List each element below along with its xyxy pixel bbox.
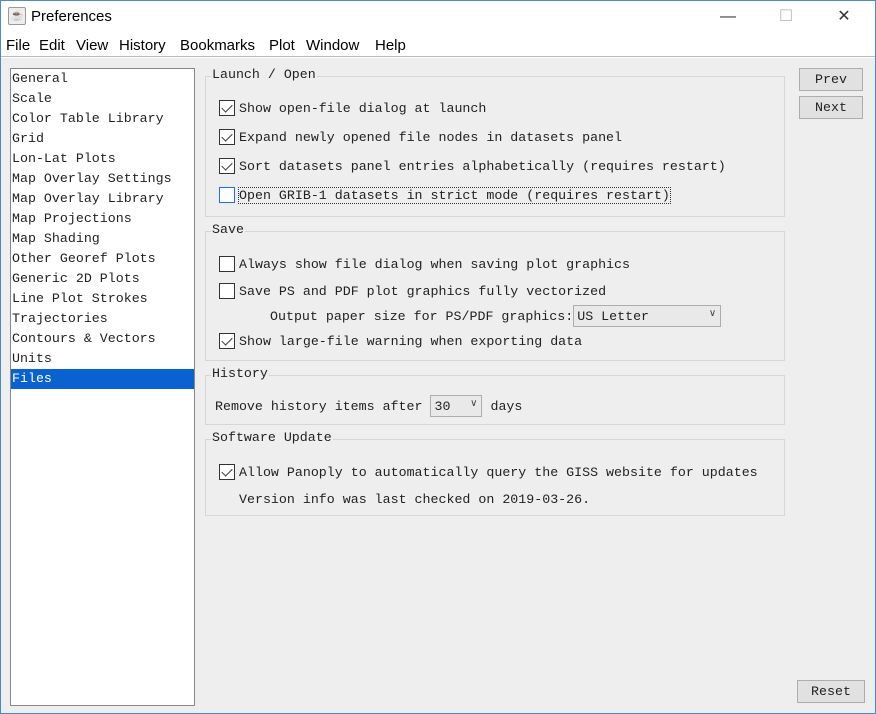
large-file-warning-checkbox[interactable]: Show large-file warning when exporting d… [219, 330, 582, 352]
group-title: Save [211, 222, 245, 237]
paper-size-value: US Letter [577, 308, 650, 324]
history-days-select[interactable]: 30 ∨ [430, 395, 483, 417]
group-title: Launch / Open [211, 67, 317, 82]
title-bar: ☕ Preferences — ☐ ✕ [1, 1, 875, 33]
chevron-down-icon: ∨ [708, 308, 717, 319]
sidebar-item-map-overlay-settings[interactable]: Map Overlay Settings [11, 169, 194, 189]
checkbox-icon[interactable] [219, 187, 235, 203]
sidebar-item-trajectories[interactable]: Trajectories [11, 309, 194, 329]
next-button[interactable]: Next [799, 96, 863, 119]
allow-update-query-checkbox[interactable]: Allow Panoply to automatically query the… [219, 461, 758, 483]
sidebar-item-grid[interactable]: Grid [11, 129, 194, 149]
checkbox-label: Show large-file warning when exporting d… [239, 333, 583, 349]
sidebar-item-general[interactable]: General [11, 69, 194, 89]
history-label: Remove history items after [215, 398, 423, 414]
menu-plot[interactable]: Plot [269, 37, 295, 54]
vectorized-checkbox[interactable]: Save PS and PDF plot graphics fully vect… [219, 280, 606, 302]
chevron-down-icon: ∨ [470, 398, 478, 409]
sidebar-item-files[interactable]: Files [11, 369, 194, 389]
checkbox-label: Expand newly opened file nodes in datase… [239, 129, 623, 145]
grib1-strict-mode-checkbox[interactable]: Open GRIB-1 datasets in strict mode (req… [219, 184, 671, 206]
always-show-file-dialog-checkbox[interactable]: Always show file dialog when saving plot… [219, 253, 630, 275]
checkbox-icon[interactable] [219, 256, 235, 272]
minimize-icon[interactable]: — [713, 5, 743, 29]
group-title: Software Update [211, 430, 333, 445]
checkbox-label: Open GRIB-1 datasets in strict mode (req… [238, 186, 671, 204]
sidebar-item-units[interactable]: Units [11, 349, 194, 369]
reset-button[interactable]: Reset [797, 680, 865, 703]
sidebar-item-lon-lat-plots[interactable]: Lon-Lat Plots [11, 149, 194, 169]
menu-bookmarks[interactable]: Bookmarks [180, 37, 255, 54]
menu-history[interactable]: History [119, 37, 166, 54]
checkbox-icon[interactable] [219, 333, 235, 349]
checkbox-label: Allow Panoply to automatically query the… [239, 464, 758, 480]
checkbox-label: Save PS and PDF plot graphics fully vect… [239, 283, 607, 299]
menu-view[interactable]: View [76, 37, 108, 54]
checkbox-label: Show open-file dialog at launch [239, 100, 487, 116]
days-label: days [490, 398, 523, 414]
software-update-group: Software Update Allow Panoply to automat… [205, 430, 785, 516]
dialog-content: General Scale Color Table Library Grid L… [1, 58, 875, 713]
sidebar-item-line-plot-strokes[interactable]: Line Plot Strokes [11, 289, 194, 309]
menu-window[interactable]: Window [306, 37, 359, 54]
version-info-text: Version info was last checked on 2019-03… [239, 491, 591, 507]
paper-size-label: Output paper size for PS/PDF graphics: [270, 308, 574, 324]
window-title: Preferences [31, 8, 112, 25]
menu-help[interactable]: Help [375, 37, 406, 54]
sort-datasets-checkbox[interactable]: Sort datasets panel entries alphabetical… [219, 155, 726, 177]
maximize-icon[interactable]: ☐ [771, 5, 801, 29]
history-row: Remove history items after 30 ∨ days [215, 395, 522, 417]
checkbox-icon[interactable] [219, 158, 235, 174]
close-icon[interactable]: ✕ [829, 5, 859, 29]
sidebar-item-scale[interactable]: Scale [11, 89, 194, 109]
history-days-value: 30 [434, 398, 451, 414]
paper-size-row: Output paper size for PS/PDF graphics: U… [270, 305, 722, 327]
sidebar-item-map-projections[interactable]: Map Projections [11, 209, 194, 229]
show-open-file-dialog-checkbox[interactable]: Show open-file dialog at launch [219, 97, 486, 119]
checkbox-icon[interactable] [219, 100, 235, 116]
java-icon: ☕ [8, 7, 26, 25]
sidebar-item-other-georef-plots[interactable]: Other Georef Plots [11, 249, 194, 269]
category-list[interactable]: General Scale Color Table Library Grid L… [10, 68, 195, 706]
checkbox-label: Always show file dialog when saving plot… [239, 256, 630, 272]
expand-file-nodes-checkbox[interactable]: Expand newly opened file nodes in datase… [219, 126, 622, 148]
preferences-window: ☕ Preferences — ☐ ✕ File Edit View Histo… [0, 0, 876, 714]
menu-bar: File Edit View History Bookmarks Plot Wi… [1, 33, 875, 57]
sidebar-item-map-overlay-library[interactable]: Map Overlay Library [11, 189, 194, 209]
checkbox-icon[interactable] [219, 283, 235, 299]
menu-edit[interactable]: Edit [39, 37, 65, 54]
checkbox-label: Sort datasets panel entries alphabetical… [239, 158, 726, 174]
sidebar-item-generic-2d-plots[interactable]: Generic 2D Plots [11, 269, 194, 289]
checkbox-icon[interactable] [219, 129, 235, 145]
save-group: Save Always show file dialog when saving… [205, 222, 785, 361]
launch-open-group: Launch / Open Show open-file dialog at l… [205, 67, 785, 217]
sidebar-item-map-shading[interactable]: Map Shading [11, 229, 194, 249]
paper-size-select[interactable]: US Letter ∨ [573, 305, 722, 327]
checkbox-icon[interactable] [219, 464, 235, 480]
sidebar-item-contours-vectors[interactable]: Contours & Vectors [11, 329, 194, 349]
prev-button[interactable]: Prev [799, 68, 863, 91]
history-group: History Remove history items after 30 ∨ d… [205, 366, 785, 425]
sidebar-item-color-table-library[interactable]: Color Table Library [11, 109, 194, 129]
group-title: History [211, 366, 269, 381]
menu-file[interactable]: File [6, 37, 30, 54]
